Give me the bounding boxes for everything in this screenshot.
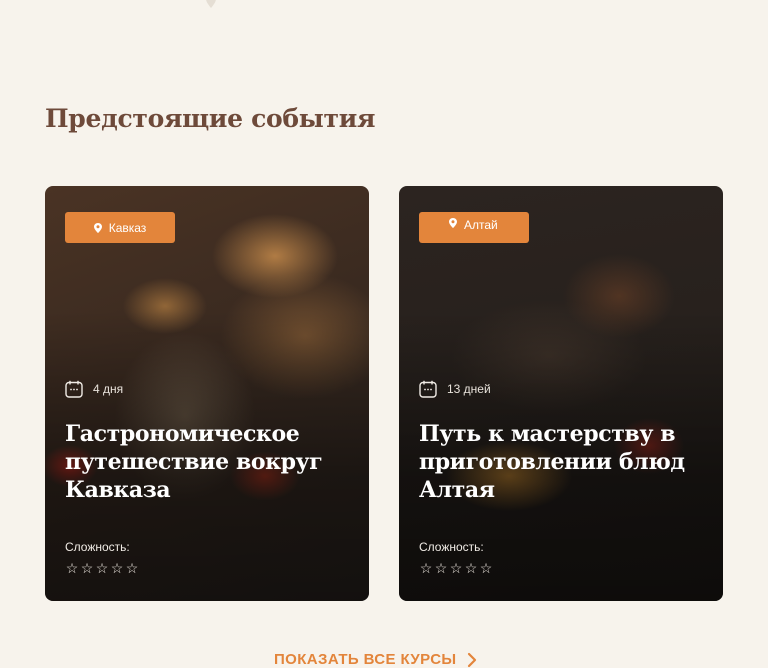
region-label: Алтай: [464, 218, 498, 232]
region-label: Кавказ: [108, 220, 147, 235]
event-card[interactable]: Алтай 13 дней Путь к мастерству в пригот…: [399, 186, 723, 601]
star-outline-icon: ☆: [449, 560, 463, 576]
star-outline-icon: ☆: [110, 560, 124, 576]
duration-label: 4 дня: [93, 382, 124, 396]
difficulty-rating: ☆ ☆ ☆ ☆ ☆: [65, 560, 139, 576]
difficulty-rating: ☆ ☆ ☆ ☆ ☆: [419, 560, 493, 576]
duration: 13 дней: [419, 380, 491, 398]
show-all-label: ПОКАЗАТЬ ВСЕ КУРСЫ: [274, 651, 457, 668]
star-outline-icon: ☆: [464, 560, 478, 576]
section-title: Предстоящие события: [45, 104, 376, 133]
duration: 4 дня: [65, 380, 123, 398]
map-pin-icon: [449, 218, 457, 228]
region-tag: Кавказ: [65, 212, 175, 243]
star-outline-icon: ☆: [434, 560, 448, 576]
calendar-icon: [419, 380, 437, 398]
star-outline-icon: ☆: [125, 560, 139, 576]
duration-label: 13 дней: [447, 382, 491, 396]
difficulty-label: Сложность:: [419, 540, 484, 554]
difficulty-label: Сложность:: [65, 540, 130, 554]
map-pin-icon: [206, 0, 216, 8]
star-outline-icon: ☆: [80, 560, 94, 576]
card-title[interactable]: Гастрономическое путешествие вокруг Кавк…: [65, 420, 355, 504]
calendar-icon: [65, 380, 83, 398]
card-title[interactable]: Путь к мастерству в приготовлении блюд А…: [419, 420, 709, 504]
star-outline-icon: ☆: [419, 560, 433, 576]
region-tag: Алтай: [419, 212, 529, 243]
star-outline-icon: ☆: [95, 560, 109, 576]
map-pin-icon: [93, 222, 102, 233]
event-card[interactable]: Кавказ 4 дня Гастрономическое путешестви…: [45, 186, 369, 601]
chevron-right-icon: [467, 652, 476, 667]
show-all-courses-link[interactable]: ПОКАЗАТЬ ВСЕ КУРСЫ: [274, 651, 477, 668]
star-outline-icon: ☆: [479, 560, 493, 576]
star-outline-icon: ☆: [65, 560, 79, 576]
